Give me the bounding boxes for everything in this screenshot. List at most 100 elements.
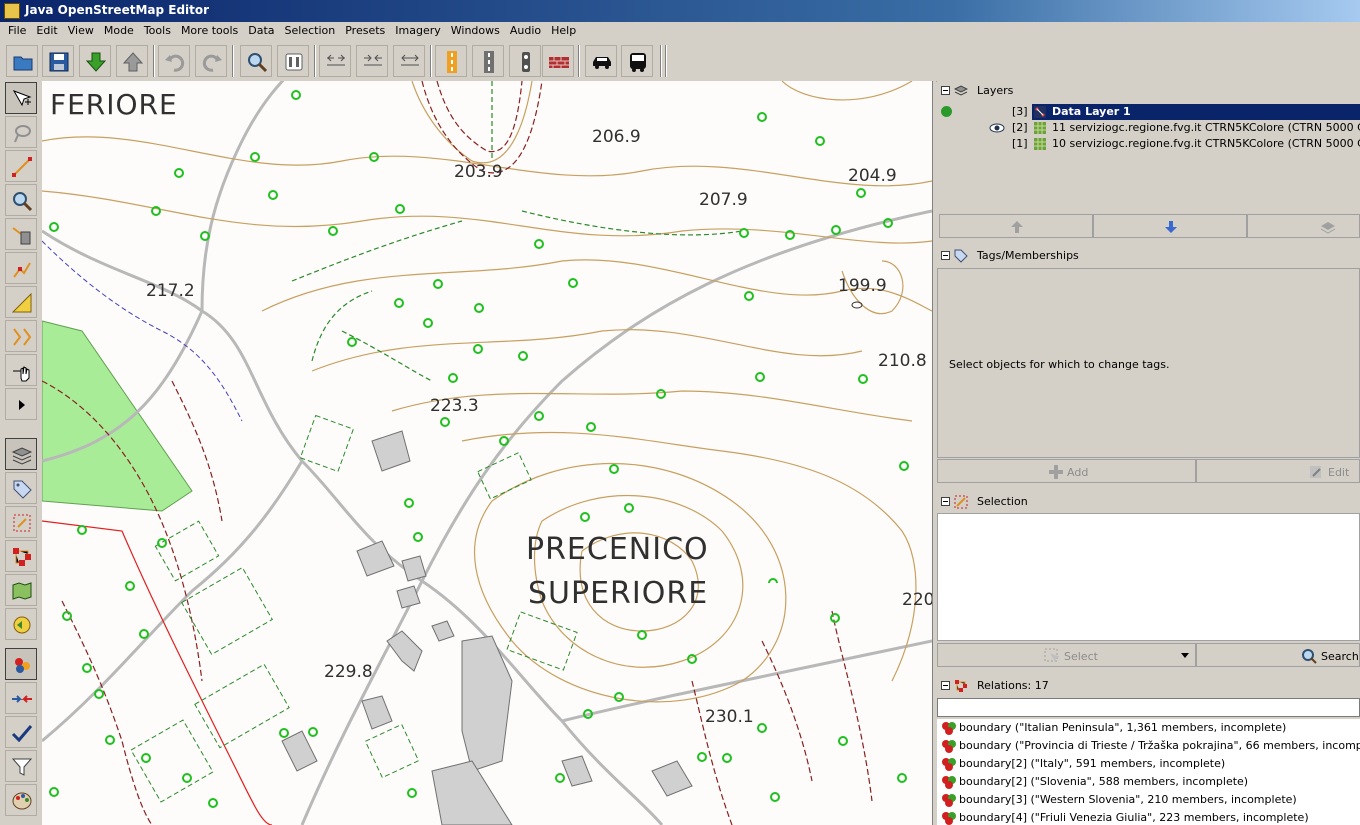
panel-splitter[interactable] <box>932 81 936 825</box>
upload-button[interactable] <box>116 45 148 77</box>
relation-item[interactable]: boundary[3] ("Western Slovenia", 210 mem… <box>937 791 1360 809</box>
edit-tag-button[interactable]: Edit <box>1196 459 1360 483</box>
select-button[interactable]: Select <box>937 643 1196 667</box>
map-icon <box>12 582 32 600</box>
preset-street-button[interactable] <box>472 45 504 77</box>
menu-mode[interactable]: Mode <box>99 22 139 39</box>
move-layer-down-button[interactable] <box>1093 214 1247 238</box>
preset-car-button[interactable] <box>585 45 617 77</box>
collapse-icon[interactable] <box>941 681 950 690</box>
menu-audio[interactable]: Audio <box>505 22 546 39</box>
layers-buttons <box>937 214 1360 238</box>
relation-item[interactable]: boundary ("Provincia di Trieste / Tržašk… <box>937 737 1360 755</box>
collapse-icon[interactable] <box>941 497 950 506</box>
menu-more-tools[interactable]: More tools <box>176 22 243 39</box>
relations-filter-input[interactable] <box>937 698 1360 717</box>
lasso-mode-button[interactable] <box>5 116 37 148</box>
trash-node-icon <box>12 227 31 245</box>
zoom-button[interactable] <box>240 45 272 77</box>
toggle-style-button[interactable] <box>5 784 37 816</box>
toggle-conflicts-button[interactable] <box>5 682 37 714</box>
collapse-icon[interactable] <box>941 251 950 260</box>
preset-traffic-button[interactable] <box>509 45 541 77</box>
data-layer-icon <box>1034 106 1046 118</box>
toggle-layers-button[interactable] <box>5 438 37 470</box>
hand-icon <box>13 366 30 382</box>
menu-help[interactable]: Help <box>546 22 581 39</box>
draw-mode-button[interactable] <box>5 150 37 182</box>
download-button[interactable] <box>79 45 111 77</box>
toggle-tags-button[interactable] <box>5 472 37 504</box>
pan-mode-button[interactable] <box>5 354 37 386</box>
boundary-relation-icon <box>942 794 956 807</box>
menu-data[interactable]: Data <box>243 22 279 39</box>
menu-imagery[interactable]: Imagery <box>390 22 445 39</box>
layers-panel-header[interactable]: Layers <box>937 81 1360 101</box>
zoom-mode-button[interactable] <box>5 184 37 216</box>
layers-icon <box>11 447 33 465</box>
select-mode-button[interactable] <box>5 82 37 114</box>
save-button[interactable] <box>42 45 74 77</box>
chevron-down-icon[interactable] <box>1181 653 1189 659</box>
measure-button[interactable] <box>5 286 37 318</box>
layer-row[interactable]: [2] 11 serviziogc.regione.fvg.it CTRN5KC… <box>937 120 1360 136</box>
open-file-button[interactable] <box>6 45 38 77</box>
layer-row[interactable]: [3] Data Layer 1 <box>937 104 1360 120</box>
relations-list: boundary ("Italian Peninsula", 1,361 mem… <box>937 719 1360 825</box>
map-view[interactable]: FERIORE PRECENICO SUPERIORE 206.9 203.9 … <box>42 81 932 825</box>
preset-wall-button[interactable] <box>542 45 574 77</box>
improve-way-button[interactable] <box>5 252 37 284</box>
redo-button[interactable] <box>195 45 227 77</box>
layer-row[interactable]: [1] 10 serviziogc.regione.fvg.it CTRN5KC… <box>937 136 1360 152</box>
toggle-filter-button[interactable] <box>5 750 37 782</box>
selection-panel-header[interactable]: Selection <box>937 492 1360 512</box>
menu-edit[interactable]: Edit <box>31 22 62 39</box>
menu-tools[interactable]: Tools <box>139 22 176 39</box>
lasso-icon <box>14 125 31 143</box>
toolbar-separator <box>665 45 667 77</box>
toggle-selection-button[interactable] <box>5 506 37 538</box>
menu-selection[interactable]: Selection <box>280 22 341 39</box>
menu-view[interactable]: View <box>63 22 99 39</box>
zoom-icon <box>13 192 33 212</box>
relations-panel-header[interactable]: Relations: 17 <box>937 676 1360 696</box>
relation-item[interactable]: boundary ("Italian Peninsula", 1,361 mem… <box>937 719 1360 737</box>
download-arrow-icon <box>85 52 107 72</box>
layer-options-button[interactable] <box>1247 214 1360 238</box>
toggle-map-paint-button[interactable] <box>5 574 37 606</box>
search-button[interactable]: Search <box>1196 643 1360 667</box>
elevation-label: 223.3 <box>430 396 479 416</box>
move-layer-up-button[interactable] <box>939 214 1093 238</box>
delete-mode-button[interactable] <box>5 218 37 250</box>
tags-panel-header[interactable]: Tags/Memberships <box>937 246 1360 266</box>
undo-button[interactable] <box>158 45 190 77</box>
menu-presets[interactable]: Presets <box>340 22 390 39</box>
combine-way-button[interactable] <box>356 45 388 77</box>
arrow-up-icon <box>1011 221 1023 233</box>
preferences-button[interactable] <box>277 45 309 77</box>
map-canvas[interactable]: FERIORE PRECENICO SUPERIORE 206.9 203.9 … <box>42 81 932 825</box>
elevation-label: 207.9 <box>699 190 748 210</box>
toggle-history-button[interactable] <box>5 608 37 640</box>
place-label-feriore: FERIORE <box>50 88 178 121</box>
add-tag-button[interactable]: Add <box>937 459 1196 483</box>
menu-file[interactable]: File <box>3 22 31 39</box>
selection-list[interactable] <box>937 513 1360 641</box>
collapse-icon[interactable] <box>941 86 950 95</box>
menu-windows[interactable]: Windows <box>446 22 505 39</box>
toggle-relations-button[interactable] <box>5 540 37 572</box>
filter-funnel-icon <box>11 758 33 776</box>
split-way-button[interactable] <box>319 45 351 77</box>
more-modes-button[interactable] <box>5 388 37 420</box>
elevation-label: 229.8 <box>324 662 373 682</box>
preset-bus-button[interactable] <box>621 45 653 77</box>
eye-icon[interactable] <box>989 120 1005 136</box>
relation-item[interactable]: boundary[2] ("Italy", 591 members, incom… <box>937 755 1360 773</box>
relation-item[interactable]: boundary[2] ("Slovenia", 588 members, in… <box>937 773 1360 791</box>
toggle-validation-button[interactable] <box>5 716 37 748</box>
relation-item[interactable]: boundary[4] ("Friuli Venezia Giulia", 22… <box>937 809 1360 825</box>
parallel-way-button[interactable] <box>5 320 37 352</box>
reverse-way-button[interactable] <box>393 45 425 77</box>
preset-road-button[interactable] <box>435 45 467 77</box>
toggle-authors-button[interactable] <box>5 648 37 680</box>
